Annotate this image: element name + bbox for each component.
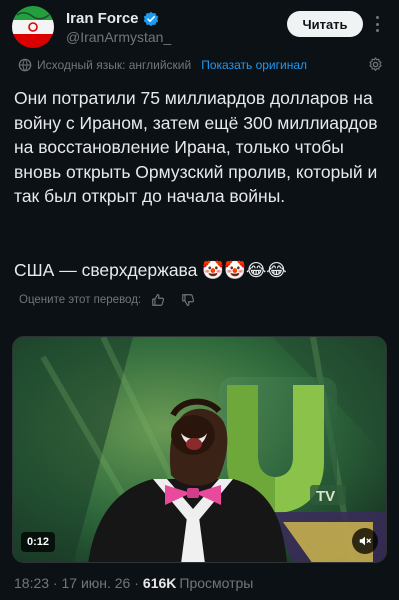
thumbs-down-icon[interactable] (181, 293, 195, 307)
tweet-text-second-paragraph: США — сверхдержава 🤡🤡😂😂 (14, 260, 287, 280)
source-language-label: Исходный язык: английский (37, 58, 192, 72)
video-frame: TV (13, 337, 386, 562)
avatar[interactable] (12, 6, 54, 48)
rate-translation-label: Оцените этот перевод: (19, 294, 142, 306)
more-icon[interactable] (372, 13, 382, 35)
verified-badge-icon (143, 11, 158, 26)
views-label: Просмотры (179, 575, 254, 591)
thumbs-up-icon[interactable] (151, 293, 165, 307)
gear-icon[interactable] (368, 57, 383, 72)
video-player[interactable]: TV 0:12 (12, 336, 387, 563)
timestamp[interactable]: 18:23 · 17 июн. 26 · (14, 575, 139, 591)
follow-button[interactable]: Читать (287, 11, 363, 37)
author-name[interactable]: Iran Force (66, 10, 139, 27)
volume-muted-icon[interactable] (352, 528, 378, 554)
tweet-text: Они потратили 75 миллиардов долларов на … (14, 88, 383, 206)
views-count: 616K (142, 575, 177, 591)
tweet-header: Iran Force @IranArmystan_ Читать (0, 0, 399, 52)
tv-logo-text: TV (316, 488, 335, 505)
globe-icon (18, 58, 32, 72)
rate-translation-row: Оцените этот перевод: (19, 292, 195, 308)
show-original-link[interactable]: Показать оригинал (201, 58, 307, 72)
tweet-meta: 18:23 · 17 июн. 26 · 616K Просмотры (14, 575, 253, 591)
translation-bar: Исходный язык: английский Показать ориги… (18, 56, 383, 74)
author-handle[interactable]: @IranArmystan_ (66, 29, 171, 45)
iran-flag-avatar (12, 6, 54, 48)
video-duration: 0:12 (21, 532, 56, 552)
